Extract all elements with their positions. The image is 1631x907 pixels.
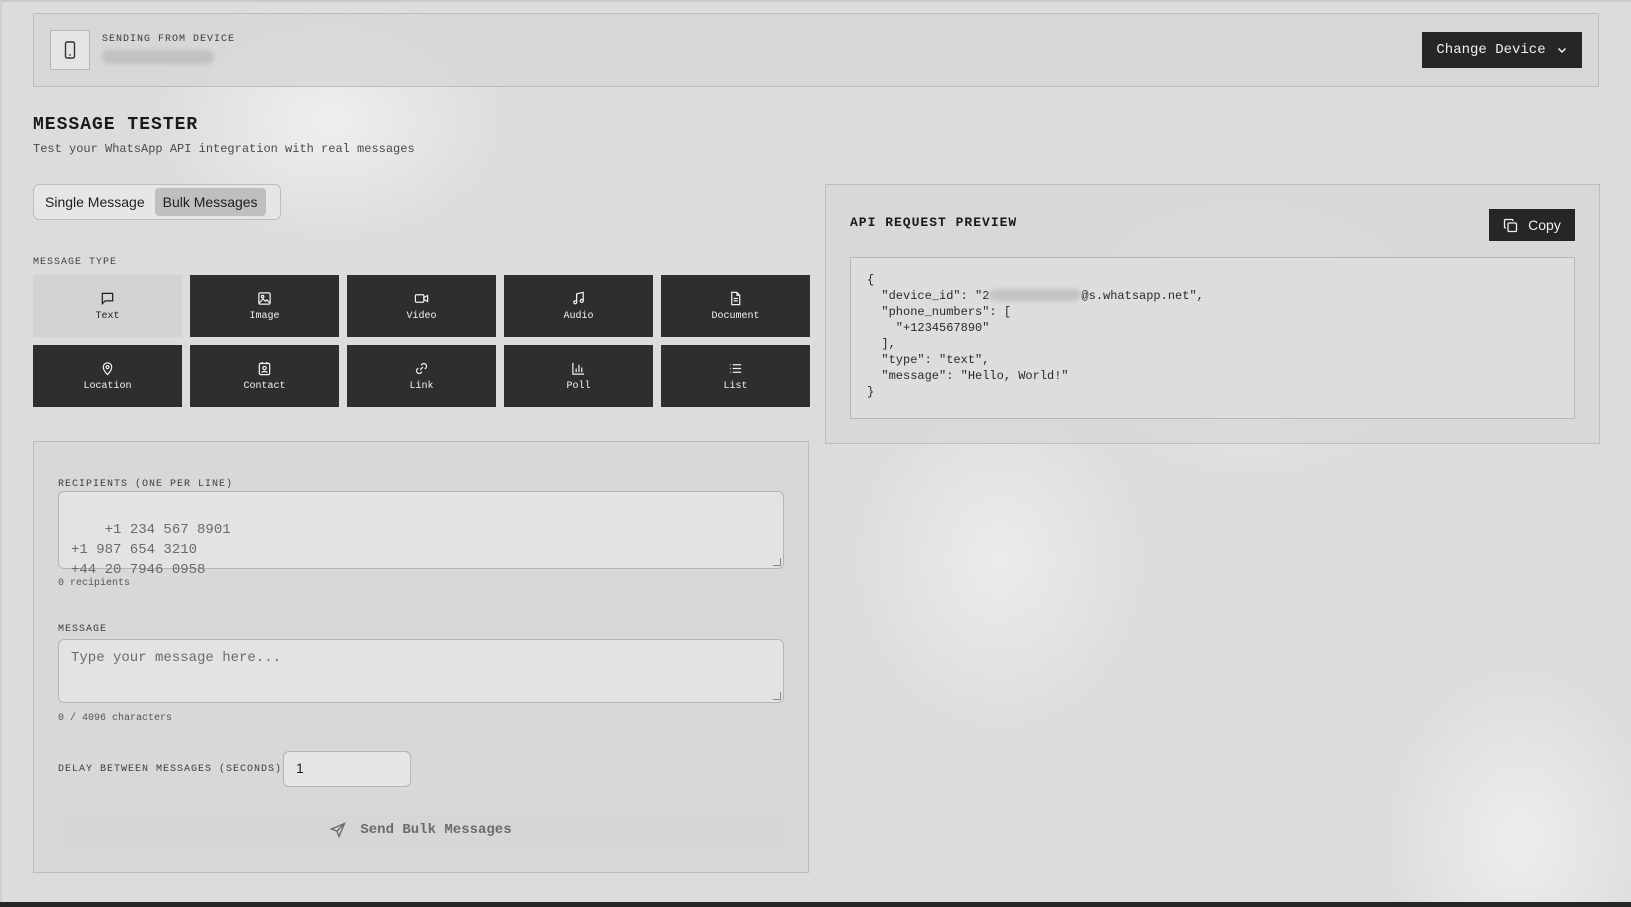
api-preview-panel: API REQUEST PREVIEW Copy { "device_id": …: [825, 184, 1600, 444]
link-icon: [415, 362, 428, 374]
type-list-label: List: [723, 380, 748, 392]
type-link-button[interactable]: Link: [347, 345, 496, 407]
page-subtitle: Test your WhatsApp API integration with …: [33, 142, 415, 156]
tab-single-message[interactable]: Single Message: [37, 188, 153, 216]
type-link-label: Link: [409, 380, 434, 392]
device-bar: SENDING FROM DEVICE Change Device: [33, 13, 1599, 87]
send-bulk-label: Send Bulk Messages: [360, 822, 512, 838]
code-line: "message": "Hello, World!": [867, 369, 1069, 383]
code-line: "+1234567890": [867, 321, 990, 335]
code-line: "phone_numbers": [: [867, 305, 1012, 319]
device-id-prefix: "device_id": "2: [867, 289, 990, 303]
video-icon: [414, 293, 429, 303]
copy-icon: [1504, 218, 1518, 232]
type-location-label: Location: [83, 380, 132, 392]
list-icon: [729, 363, 742, 373]
type-audio-label: Audio: [563, 310, 594, 322]
map-pin-icon: [102, 361, 113, 375]
type-poll-label: Poll: [566, 380, 591, 392]
code-line: }: [867, 385, 875, 399]
tab-bulk-messages[interactable]: Bulk Messages: [154, 188, 266, 216]
window-left-edge: [0, 0, 2, 907]
delay-input[interactable]: 1: [283, 751, 411, 787]
change-device-label: Change Device: [1436, 42, 1546, 58]
type-video-button[interactable]: Video: [347, 275, 496, 337]
copy-button[interactable]: Copy: [1489, 209, 1575, 241]
message-type-grid: Text Image Video Audio Document Location…: [33, 275, 810, 407]
file-text-icon: [731, 291, 741, 305]
message-placeholder: Type your message here...: [71, 650, 282, 666]
page-title: MESSAGE TESTER: [33, 115, 199, 135]
type-text-label: Text: [95, 310, 120, 322]
bulk-form-panel: RECIPIENTS (ONE PER LINE) +1 234 567 890…: [33, 441, 809, 873]
copy-label: Copy: [1528, 217, 1561, 233]
code-line: "type": "text",: [867, 353, 990, 367]
type-text-button[interactable]: Text: [33, 275, 182, 337]
recipients-placeholder: +1 234 567 8901 +1 987 654 3210 +44 20 7…: [71, 522, 231, 578]
resize-handle[interactable]: [773, 692, 781, 700]
window-top-edge: [0, 0, 1631, 2]
delay-label: DELAY BETWEEN MESSAGES (SECONDS): [58, 764, 283, 775]
preview-title: API REQUEST PREVIEW: [850, 215, 1018, 230]
type-contact-button[interactable]: Contact: [190, 345, 339, 407]
device-id-redacted: [989, 289, 1082, 301]
device-icon-box: [50, 30, 90, 70]
change-device-button[interactable]: Change Device: [1422, 32, 1582, 68]
type-document-label: Document: [711, 310, 760, 322]
device-id-suffix: @s.whatsapp.net",: [1081, 289, 1204, 303]
type-location-button[interactable]: Location: [33, 345, 182, 407]
code-line: ],: [867, 337, 896, 351]
type-image-button[interactable]: Image: [190, 275, 339, 337]
image-icon: [258, 291, 271, 305]
type-image-label: Image: [249, 310, 280, 322]
smartphone-icon: [64, 41, 76, 59]
type-list-button[interactable]: List: [661, 345, 810, 407]
contact-icon: [258, 361, 271, 375]
recipients-count: 0 recipients: [58, 578, 131, 589]
bar-chart-icon: [572, 362, 585, 375]
type-document-button[interactable]: Document: [661, 275, 810, 337]
resize-handle[interactable]: [773, 558, 781, 566]
code-line: {: [867, 273, 875, 287]
chevron-down-icon: [1557, 47, 1566, 54]
request-json-preview: { "device_id": "2 @s.whatsapp.net", "phon…: [850, 257, 1575, 419]
message-textarea[interactable]: Type your message here...: [58, 639, 784, 703]
message-label: MESSAGE: [58, 624, 108, 635]
recipients-textarea[interactable]: +1 234 567 8901 +1 987 654 3210 +44 20 7…: [58, 491, 784, 578]
window-bottom-edge: [0, 902, 1631, 907]
type-contact-label: Contact: [243, 380, 286, 392]
send-icon: [330, 822, 347, 838]
device-id-redacted: [102, 50, 214, 64]
device-label: SENDING FROM DEVICE: [102, 34, 236, 45]
mode-toggle: Single Message Bulk Messages: [33, 184, 281, 220]
delay-value: 1: [296, 760, 304, 776]
code-line-device-id: "device_id": "2 @s.whatsapp.net",: [867, 288, 1558, 304]
character-count: 0 / 4096 characters: [58, 713, 173, 724]
music-icon: [573, 291, 584, 304]
type-video-label: Video: [406, 310, 437, 322]
type-audio-button[interactable]: Audio: [504, 275, 653, 337]
recipients-label: RECIPIENTS (ONE PER LINE): [58, 479, 234, 490]
message-square-icon: [101, 292, 114, 305]
type-poll-button[interactable]: Poll: [504, 345, 653, 407]
message-type-label: MESSAGE TYPE: [33, 257, 118, 268]
send-bulk-button[interactable]: Send Bulk Messages: [58, 810, 784, 850]
